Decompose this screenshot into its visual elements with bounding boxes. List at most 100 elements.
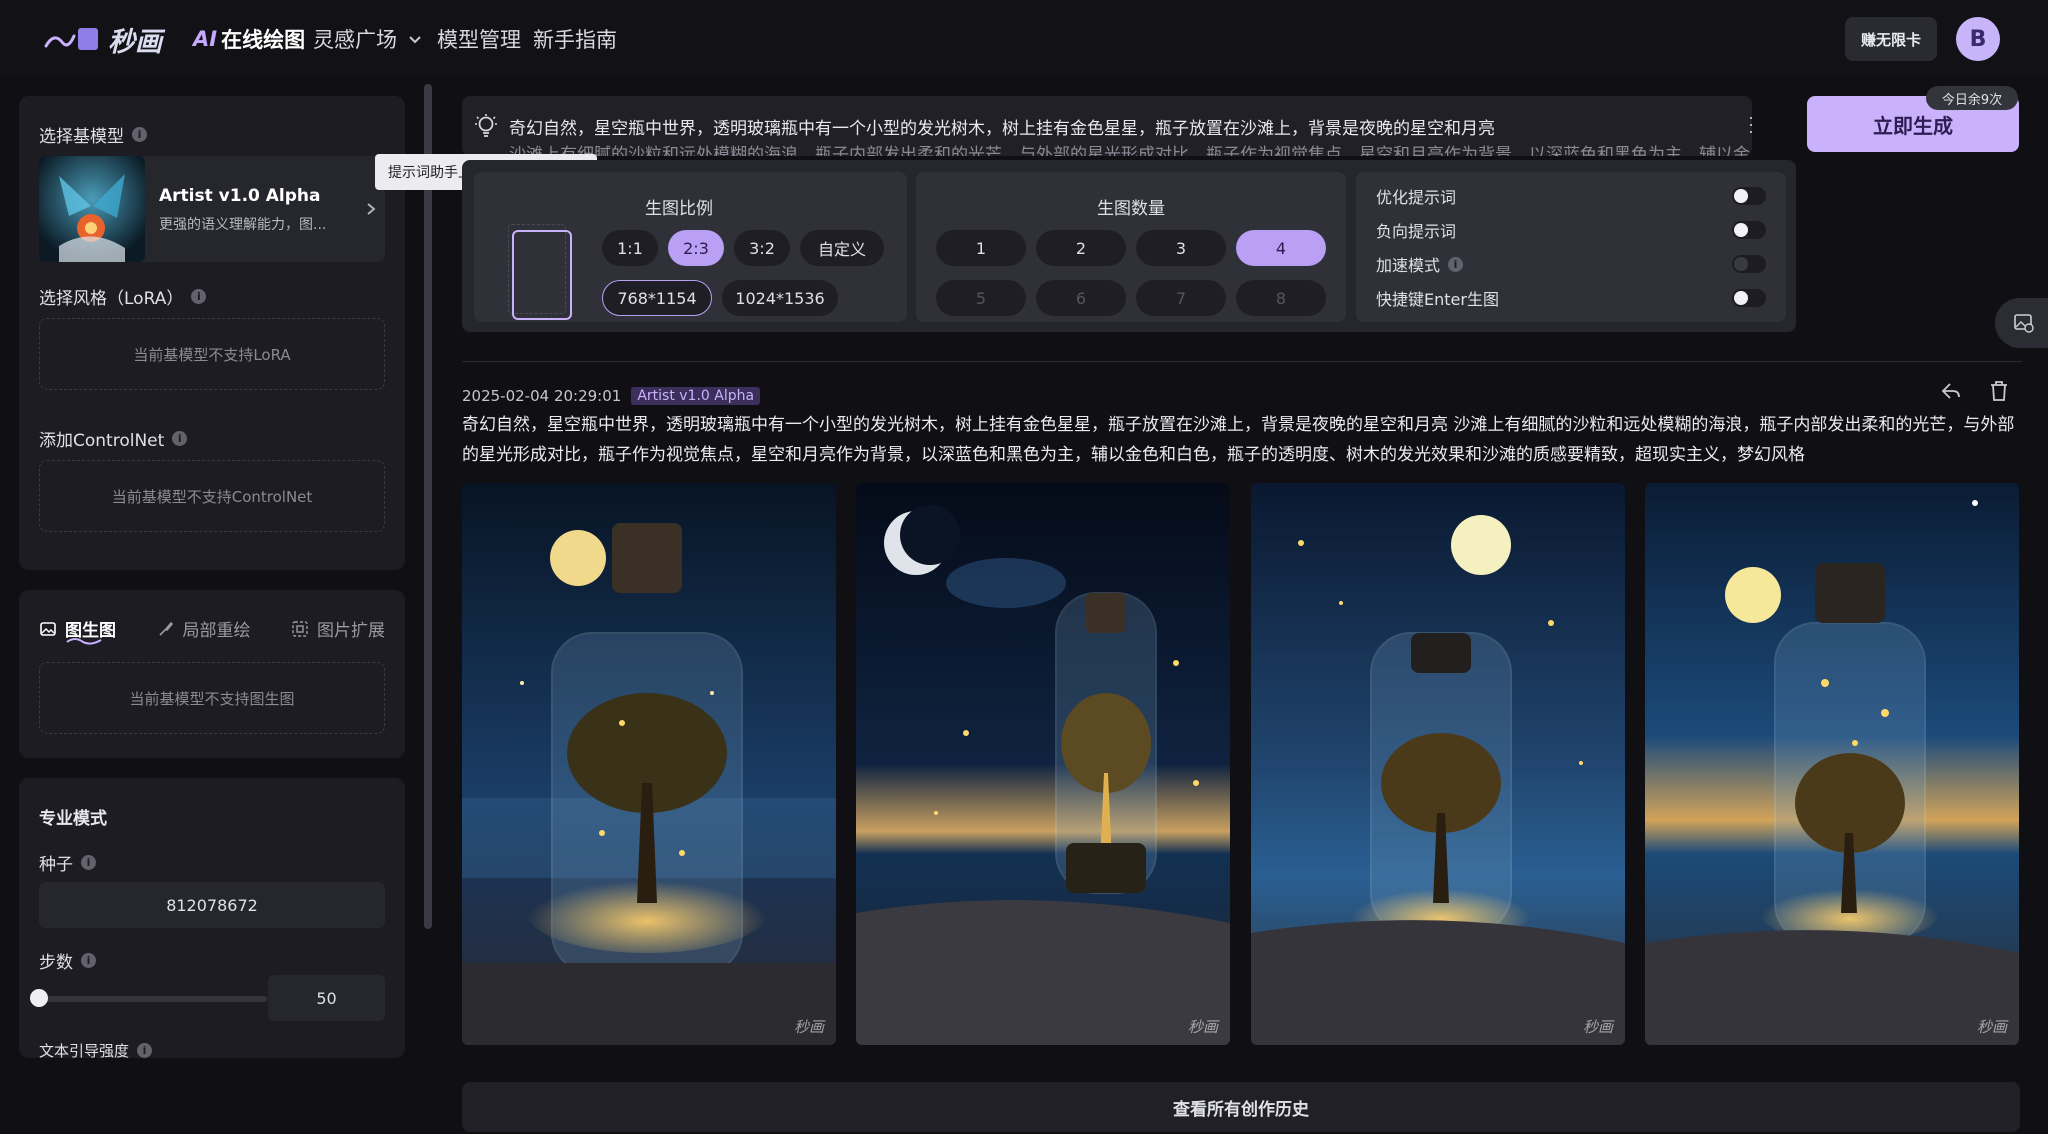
brand-name: 秒画 [108,26,162,58]
info-icon[interactable]: i [137,1043,153,1058]
nav-online-draw-label: 在线绘图 [221,28,306,52]
pro-mode-title: 专业模式 [39,809,107,829]
base-model-title: 选择基模型 i [39,122,147,147]
base-model-card[interactable]: Artist v1.0 Alpha 更强的语义理解能力，图... [39,156,385,262]
count-option-5[interactable]: 5 [936,280,1026,316]
negative-prompt-toggle[interactable] [1732,221,1766,239]
toggle-panel: 优化提示词 负向提示词 加速模式 i 快捷键Enter生图 [1356,172,1786,322]
model-info: Artist v1.0 Alpha 更强的语义理解能力，图... [159,186,326,234]
enter-shortcut-label: 快捷键Enter生图 [1376,290,1499,309]
optimize-prompt-label: 优化提示词 [1376,188,1457,207]
daily-quota-badge: 今日余9次 [1926,86,2018,110]
lora-title-text: 选择风格（LoRA） [39,289,184,309]
model-name: Artist v1.0 Alpha [159,186,321,206]
prompt-text-line2: 沙滩上有细腻的沙粒和远处模糊的海浪，瓶子内部发出柔和的光芒，与外部的星光形成对比… [509,145,1750,156]
toggle-row-negative: 负向提示词 [1376,218,1456,242]
seed-label: 种子 [39,855,73,875]
lightbulb-icon[interactable] [474,113,498,139]
count-option-6[interactable]: 6 [1036,280,1126,316]
nav-online-draw[interactable]: AI 在线绘图 [193,24,305,54]
info-icon[interactable]: i [81,855,96,870]
img2img-empty-state: 当前基模型不支持图生图 [39,662,385,734]
avatar[interactable]: B [1956,17,2000,61]
toggle-row-enter-shortcut: 快捷键Enter生图 [1376,286,1499,310]
generation-options: 生图比例 1:1 2:3 3:2 自定义 768*1154 1024*1536 … [462,160,1796,332]
steps-title: 步数 i [39,948,96,973]
settings-sliders-icon[interactable] [1748,114,1752,136]
accelerate-mode-label: 加速模式 [1376,256,1441,275]
brand-logo[interactable]: 秒画 [44,18,162,60]
expand-icon [292,620,308,637]
nav-ai-label: AI [193,27,218,51]
tab-outpaint[interactable]: 图片扩展 [291,616,385,641]
seed-title: 种子 i [39,850,96,875]
lora-empty-state: 当前基模型不支持LoRA [39,318,385,390]
ratio-option-1-1[interactable]: 1:1 [602,230,658,266]
nav-models[interactable]: 模型管理 [437,24,521,54]
reuse-icon[interactable] [1940,380,1962,402]
ratio-preview [512,230,572,320]
sidebar-scrollbar[interactable] [424,84,432,929]
base-model-title-text: 选择基模型 [39,127,124,147]
nav-inspiration[interactable]: 灵感广场 [313,24,423,54]
steps-slider-handle[interactable] [30,989,48,1007]
ratio-option-2-3[interactable]: 2:3 [668,230,724,266]
ratio-option-custom[interactable]: 自定义 [800,230,884,266]
info-icon[interactable]: i [1448,256,1464,272]
controlnet-title: 添加ControlNet i [39,426,188,451]
trash-icon[interactable] [1989,380,2009,402]
gallery-float-button[interactable] [1995,298,2048,348]
count-option-3[interactable]: 3 [1136,230,1226,266]
chevron-down-icon [409,36,421,44]
image-icon [40,621,56,636]
tab-inpaint[interactable]: 局部重绘 [157,616,251,641]
count-option-2[interactable]: 2 [1036,230,1126,266]
chevron-right-icon [367,203,376,215]
result-image-4[interactable]: 秒画 [1645,483,2019,1045]
model-settings-panel: 选择基模型 i Artist v1.0 Alpha 更强的语义理解能力，图...… [19,96,405,570]
optimize-prompt-toggle[interactable] [1732,187,1766,205]
brush-icon [158,621,173,636]
info-icon[interactable]: i [172,431,188,446]
vip-card-button[interactable]: 赚无限卡 [1845,17,1937,61]
view-history-button[interactable]: 查看所有创作历史 [462,1082,2020,1132]
count-option-8[interactable]: 8 [1236,280,1326,316]
nav-inspiration-label: 灵感广场 [313,28,397,52]
result-meta: 2025-02-04 20:29:01 Artist v1.0 Alpha [462,385,761,407]
prompt-input[interactable]: 奇幻自然，星空瓶中世界，透明玻璃瓶中有一个小型的发光树木，树上挂有金色星星，瓶子… [462,96,1752,156]
tab-outpaint-label: 图片扩展 [317,621,385,641]
info-icon[interactable]: i [81,953,96,968]
count-title: 生图数量 [1097,199,1165,219]
image-watermark: 秒画 [1582,1018,1613,1036]
count-option-4[interactable]: 4 [1236,230,1326,266]
seed-input[interactable]: 812078672 [39,882,385,928]
tab-inpaint-label: 局部重绘 [182,621,251,641]
steps-slider-track[interactable] [39,996,267,1002]
steps-label: 步数 [39,953,73,973]
size-option-1024x1536[interactable]: 1024*1536 [722,280,838,316]
count-option-1[interactable]: 1 [936,230,1026,266]
accelerate-mode-toggle[interactable] [1732,255,1766,273]
nav-guide[interactable]: 新手指南 [533,24,617,54]
result-timestamp: 2025-02-04 20:29:01 [462,387,622,405]
image-input-panel: 图生图 局部重绘 图片扩展 当前基模型不支持图生图 [19,590,405,758]
section-divider [462,361,2022,362]
enter-shortcut-toggle[interactable] [1732,289,1766,307]
lora-title: 选择风格（LoRA） i [39,284,207,309]
image-watermark: 秒画 [793,1018,824,1036]
result-image-3[interactable]: 秒画 [1251,483,1625,1045]
model-badge: Artist v1.0 Alpha [631,387,761,405]
image-watermark: 秒画 [1187,1018,1218,1036]
count-option-7[interactable]: 7 [1136,280,1226,316]
pro-mode-panel: 专业模式 种子 i 812078672 步数 i 50 文本引导强度 i [19,778,405,1060]
size-option-768x1154[interactable]: 768*1154 [602,280,712,316]
info-icon[interactable]: i [191,289,207,304]
info-icon[interactable]: i [132,127,147,142]
ratio-option-3-2[interactable]: 3:2 [734,230,790,266]
steps-input[interactable]: 50 [268,975,385,1021]
image-watermark: 秒画 [1976,1018,2007,1036]
result-image-2[interactable]: 秒画 [856,483,1230,1045]
result-image-1[interactable]: 秒画 [462,483,836,1045]
model-thumbnail [39,156,145,262]
model-description: 更强的语义理解能力，图... [159,217,327,233]
